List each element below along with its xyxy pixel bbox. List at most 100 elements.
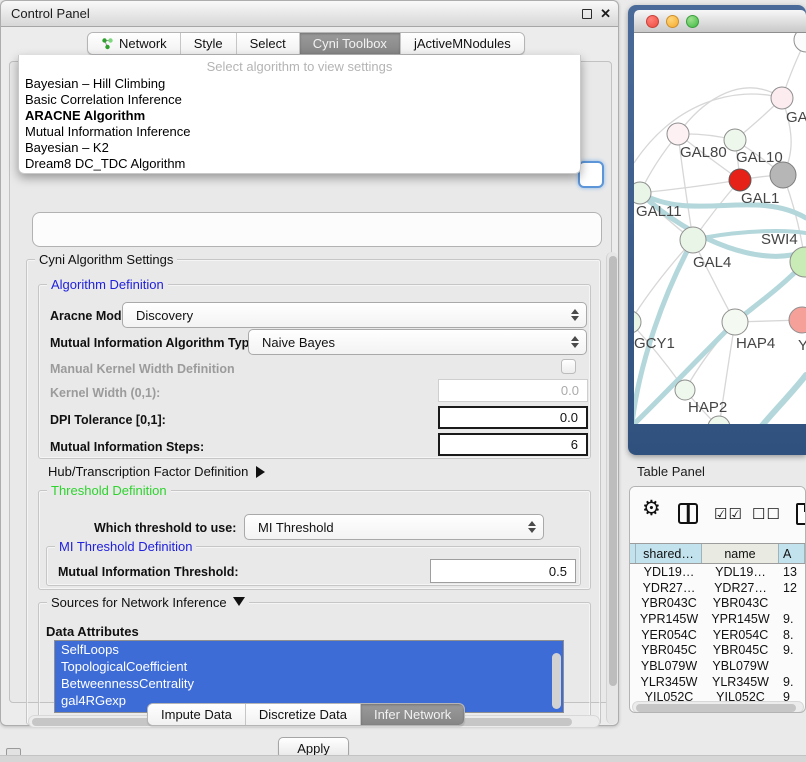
attribute-item-selfloops[interactable]: SelfLoops bbox=[55, 641, 563, 658]
table-cell: YBR045C bbox=[702, 642, 779, 658]
network-node[interactable] bbox=[708, 416, 730, 424]
tab-jactivemnodules-label: jActiveMNodules bbox=[414, 36, 511, 51]
unchecked-pair-icon[interactable]: ☐☐ bbox=[752, 505, 781, 523]
settings-vertical-scrollbar[interactable] bbox=[606, 252, 618, 724]
tab-style[interactable]: Style bbox=[180, 33, 236, 54]
network-node-y[interactable] bbox=[789, 307, 806, 333]
mi-algorithm-type-value: Naive Bayes bbox=[262, 335, 335, 350]
list-scrollbar-thumb[interactable] bbox=[552, 653, 561, 709]
network-canvas[interactable]: GALGAL80GAL10GAL1GAL11GAL4SWI4GCY1HAP4YH… bbox=[634, 33, 806, 424]
network-node-gal1[interactable] bbox=[729, 169, 751, 191]
algorithm-option-bayesian-hill-climbing[interactable]: Bayesian – Hill Climbing bbox=[19, 76, 580, 92]
algorithm-option-mutual-information-inference[interactable]: Mutual Information Inference bbox=[19, 124, 580, 140]
attribute-item-topologicalcoefficient[interactable]: TopologicalCoefficient bbox=[55, 658, 563, 675]
control-panel-titlebar[interactable]: Control Panel ✕ bbox=[1, 1, 618, 27]
threshold-definition-title: Threshold Definition bbox=[47, 483, 171, 498]
network-node-gcy1[interactable] bbox=[634, 311, 641, 333]
tab-impute-data-label: Impute Data bbox=[161, 707, 232, 722]
tab-network-label: Network bbox=[119, 36, 167, 51]
network-edge[interactable] bbox=[640, 180, 740, 193]
node-label-gal10: GAL10 bbox=[736, 149, 783, 166]
aracne-mode-combo[interactable]: Discovery bbox=[122, 302, 587, 328]
split-columns-icon[interactable] bbox=[678, 503, 698, 524]
attribute-item-betweennesscentrality[interactable]: BetweennessCentrality bbox=[55, 675, 563, 692]
manual-kernel-label: Manual Kernel Width Definition bbox=[50, 362, 235, 376]
stepper-arrows-icon bbox=[528, 521, 536, 533]
float-window-icon[interactable] bbox=[582, 9, 592, 19]
network-node-hap2[interactable] bbox=[675, 380, 695, 400]
table-row[interactable]: YBL079WYBL079W bbox=[630, 658, 805, 674]
stepper-arrows-icon bbox=[571, 309, 579, 321]
scrollbar-thumb[interactable] bbox=[636, 704, 796, 712]
tab-network[interactable]: Network bbox=[88, 33, 180, 54]
network-window-titlebar[interactable] bbox=[634, 10, 806, 33]
close-icon[interactable]: ✕ bbox=[600, 1, 611, 27]
network-node-gal11[interactable] bbox=[634, 182, 651, 204]
control-panel-tab-bar: Network Style Select Cyni Toolbox jActiveMNo… bbox=[87, 32, 525, 55]
table-cell bbox=[779, 595, 805, 611]
network-node[interactable] bbox=[794, 33, 806, 52]
table-cell: 9. bbox=[779, 642, 805, 658]
table-row[interactable]: YDL19…YDL19…13 bbox=[630, 564, 805, 580]
manual-kernel-checkbox[interactable] bbox=[561, 359, 576, 374]
network-graph[interactable]: GALGAL80GAL10GAL1GAL11GAL4SWI4GCY1HAP4YH… bbox=[634, 33, 806, 424]
network-node-gal10[interactable] bbox=[724, 129, 746, 151]
gear-icon[interactable]: ⚙ bbox=[642, 496, 661, 521]
collapsed-arrow-icon bbox=[256, 466, 265, 478]
zoom-traffic-light-icon[interactable] bbox=[686, 15, 699, 28]
table-row[interactable]: YLR345WYLR345W9. bbox=[630, 674, 805, 690]
column-header-a[interactable]: A bbox=[779, 544, 805, 563]
table-panel: ⚙ ☑☑ ☐☐ shared…nameA YDL19…YDL19…13YDR27… bbox=[629, 486, 806, 713]
mi-algorithm-type-combo[interactable]: Naive Bayes bbox=[248, 329, 587, 355]
sources-title[interactable]: Sources for Network Inference bbox=[47, 595, 249, 610]
node-label-gal11: GAL11 bbox=[636, 203, 682, 220]
network-node-gal4[interactable] bbox=[680, 227, 706, 253]
tab-style-label: Style bbox=[194, 36, 223, 51]
tab-jactivemnodules[interactable]: jActiveMNodules bbox=[400, 33, 524, 54]
inference-algorithm-combo-fragment[interactable] bbox=[578, 161, 604, 188]
tab-select-label: Select bbox=[250, 36, 286, 51]
table-row[interactable]: YBR045CYBR045C9. bbox=[630, 642, 805, 658]
mutual-information-threshold-field[interactable]: 0.5 bbox=[430, 559, 576, 583]
table-row[interactable]: YPR145WYPR145W9. bbox=[630, 611, 805, 627]
network-node-hap4[interactable] bbox=[722, 309, 748, 335]
tab-discretize-data[interactable]: Discretize Data bbox=[245, 704, 360, 725]
page-icon[interactable] bbox=[796, 503, 806, 525]
column-header-name[interactable]: name bbox=[702, 544, 779, 563]
table-row[interactable]: YBR043CYBR043C bbox=[630, 595, 805, 611]
scrollbar-thumb[interactable] bbox=[609, 256, 617, 686]
network-node-gal80[interactable] bbox=[667, 123, 689, 145]
data-table-combo-fragment[interactable] bbox=[32, 212, 602, 247]
network-view-window[interactable]: GALGAL80GAL10GAL1GAL11GAL4SWI4GCY1HAP4YH… bbox=[628, 5, 806, 455]
checked-pair-icon[interactable]: ☑☑ bbox=[714, 505, 743, 523]
algorithm-option-bayesian-k2[interactable]: Bayesian – K2 bbox=[19, 140, 580, 156]
table-cell: 12 bbox=[779, 580, 805, 596]
mi-steps-field[interactable]: 6 bbox=[438, 433, 588, 456]
network-edge[interactable] bbox=[693, 240, 735, 322]
table-row[interactable]: YER054CYER054C8. bbox=[630, 627, 805, 643]
tab-cyni-toolbox[interactable]: Cyni Toolbox bbox=[299, 33, 400, 54]
close-traffic-light-icon[interactable] bbox=[646, 15, 659, 28]
network-node-gal[interactable] bbox=[771, 87, 793, 109]
table-horizontal-scrollbar[interactable] bbox=[632, 701, 804, 713]
minimize-traffic-light-icon[interactable] bbox=[666, 15, 679, 28]
table-row[interactable]: YDR27…YDR27…12 bbox=[630, 580, 805, 596]
algorithm-option-dream8-dc-tdc-algorithm[interactable]: Dream8 DC_TDC Algorithm bbox=[19, 156, 580, 172]
algorithm-option-aracne-algorithm[interactable]: ARACNE Algorithm bbox=[19, 108, 580, 124]
algorithm-option-basic-correlation-inference[interactable]: Basic Correlation Inference bbox=[19, 92, 580, 108]
tab-infer-network[interactable]: Infer Network bbox=[360, 704, 464, 725]
table-cell: YPR145W bbox=[702, 611, 779, 627]
dpi-tolerance-field[interactable]: 0.0 bbox=[438, 406, 588, 429]
kernel-width-field[interactable]: 0.0 bbox=[438, 379, 588, 402]
tab-select[interactable]: Select bbox=[236, 33, 299, 54]
node-label-hap2: HAP2 bbox=[688, 399, 727, 416]
hub-section-toggle[interactable]: Hub/Transcription Factor Definition bbox=[48, 464, 265, 479]
node-label-gcy1: GCY1 bbox=[634, 335, 675, 352]
tab-impute-data[interactable]: Impute Data bbox=[148, 704, 245, 725]
network-edge-thick[interactable] bbox=[760, 375, 806, 424]
column-header-shared[interactable]: shared… bbox=[636, 544, 702, 563]
table-toolbar: ⚙ ☑☑ ☐☐ bbox=[630, 487, 805, 543]
which-threshold-combo[interactable]: MI Threshold bbox=[244, 514, 544, 540]
kernel-width-value: 0.0 bbox=[561, 383, 579, 398]
table-cell: YBR043C bbox=[702, 595, 779, 611]
